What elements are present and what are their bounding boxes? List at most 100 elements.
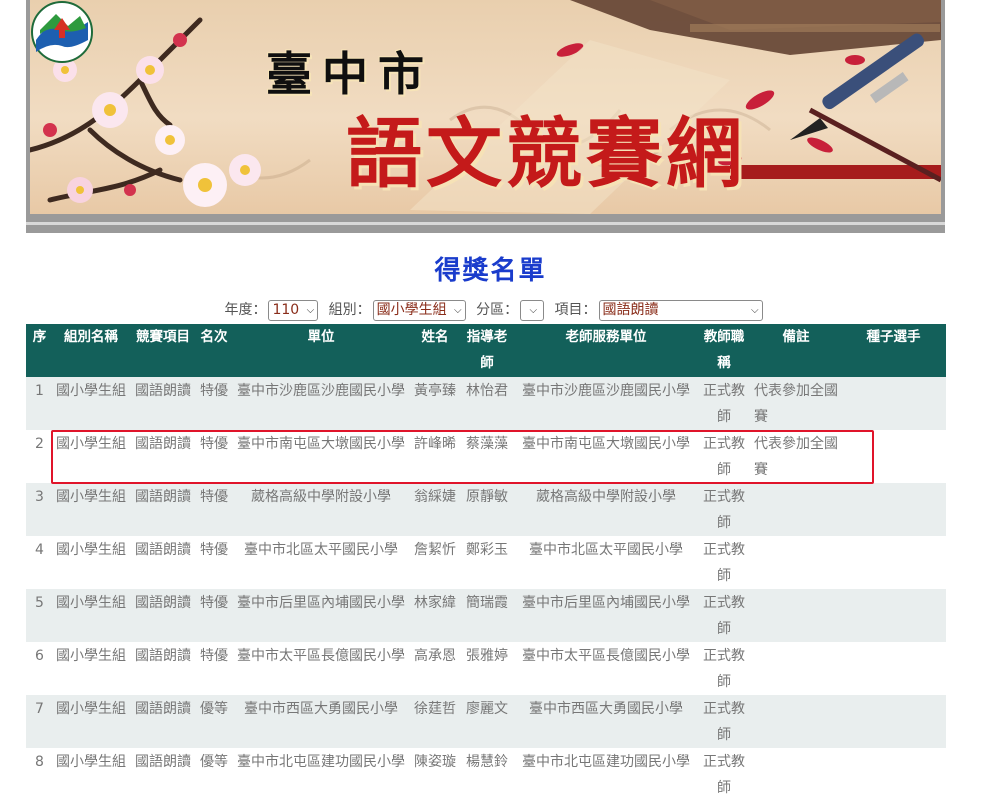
cell-col-teacher-school: 臺中市西區大勇國民小學	[515, 695, 697, 748]
cell-col-rank: 優等	[197, 748, 231, 801]
cell-col-item: 國語朗讀	[129, 536, 197, 589]
cell-col-teacher: 林怡君	[459, 377, 515, 430]
cell-col-remark	[751, 695, 841, 748]
cell-col-rank: 特優	[197, 377, 231, 430]
cell-col-remark: 代表參加全國賽	[751, 377, 841, 430]
table-row: 1 國小學生組 國語朗讀 特優 臺中市沙鹿區沙鹿國民小學 黃亭臻 林怡君 臺中市沙鹿區沙鹿國民…	[26, 377, 946, 430]
group-select[interactable]: 國小學生組 ⌵	[372, 299, 466, 321]
cell-col-rank: 特優	[197, 430, 231, 483]
cell-col-teacher-school: 臺中市太平區長億國民小學	[515, 642, 697, 695]
cell-col-rank: 特優	[197, 642, 231, 695]
cell-col-group: 國小學生組	[53, 536, 129, 589]
cell-col-seq: 4	[26, 536, 53, 589]
cell-col-teacher: 鄭彩玉	[459, 536, 515, 589]
cell-col-student: 陳姿璇	[411, 748, 459, 801]
header-col-student: 姓名	[411, 324, 459, 377]
site-name: 語文競賽網	[346, 109, 746, 198]
cell-col-teacher-title: 正式教師	[697, 430, 751, 483]
site-banner[interactable]: 臺中市 語文競賽網	[26, 0, 945, 233]
header-col-teacher: 指導老師	[459, 324, 515, 377]
cell-col-rank: 優等	[197, 695, 231, 748]
banner-artwork: 臺中市 語文競賽網	[30, 0, 941, 214]
chevron-down-icon: ⌵	[529, 304, 538, 316]
chevron-down-icon: ⌵	[306, 304, 315, 316]
item-select[interactable]: 國語朗讀 ⌵	[598, 299, 763, 321]
cell-col-group: 國小學生組	[53, 748, 129, 801]
header-col-item: 競賽項目	[129, 324, 197, 377]
awards-table: 序組別名稱 競賽項目 名次 單位 姓名 指導老師 老師服務單位 教師職稱 備註 種子選手 1 國小學…	[26, 324, 946, 801]
cell-col-seed	[841, 483, 946, 536]
cell-col-teacher-title: 正式教師	[697, 483, 751, 536]
city-logo-icon	[31, 1, 93, 63]
cell-col-remark	[751, 748, 841, 801]
district-select[interactable]: ⌵	[520, 299, 545, 321]
cell-col-school: 葳格高級中學附設小學	[231, 483, 411, 536]
cell-col-remark	[751, 483, 841, 536]
year-label: 年度：	[224, 302, 267, 318]
cell-col-teacher-title: 正式教師	[697, 695, 751, 748]
cell-col-student: 許峰晞	[411, 430, 459, 483]
cell-col-teacher-title: 正式教師	[697, 642, 751, 695]
cell-col-seq: 3	[26, 483, 53, 536]
cell-col-teacher-school: 臺中市后里區內埔國民小學	[515, 589, 697, 642]
filter-bar: 年度： 110 ⌵ 組別： 國小學生組 ⌵ 分區： ⌵ 項目： 國語朗讀 ⌵	[0, 299, 981, 321]
year-select[interactable]: 110 ⌵	[268, 299, 319, 321]
cell-col-teacher: 原靜敏	[459, 483, 515, 536]
cell-col-seed	[841, 695, 946, 748]
group-select-value: 國小學生組	[376, 301, 447, 318]
header-col-teacher-title: 教師職稱	[697, 324, 751, 377]
cell-col-school: 臺中市南屯區大墩國民小學	[231, 430, 411, 483]
cell-col-remark	[751, 589, 841, 642]
cell-col-teacher-school: 臺中市南屯區大墩國民小學	[515, 430, 697, 483]
cell-col-remark	[751, 536, 841, 589]
cell-col-teacher-title: 正式教師	[697, 589, 751, 642]
cell-col-student: 黃亭臻	[411, 377, 459, 430]
district-label: 分區：	[476, 302, 519, 318]
cell-col-student: 詹絜忻	[411, 536, 459, 589]
cell-col-group: 國小學生組	[53, 695, 129, 748]
cell-col-student: 高承恩	[411, 642, 459, 695]
cell-col-school: 臺中市后里區內埔國民小學	[231, 589, 411, 642]
cell-col-seed	[841, 642, 946, 695]
chevron-down-icon: ⌵	[454, 304, 462, 316]
cell-col-student: 林家緯	[411, 589, 459, 642]
cell-col-item: 國語朗讀	[129, 483, 197, 536]
cell-col-teacher-school: 葳格高級中學附設小學	[515, 483, 697, 536]
cell-col-teacher: 簡瑞霞	[459, 589, 515, 642]
table-row: 8 國小學生組 國語朗讀 優等 臺中市北屯區建功國民小學 陳姿璇 楊慧鈴 臺中市北屯區建功國民…	[26, 748, 946, 801]
cell-col-seq: 1	[26, 377, 53, 430]
header-col-remark: 備註	[751, 324, 841, 377]
header-col-rank: 名次	[197, 324, 231, 377]
cell-col-rank: 特優	[197, 589, 231, 642]
cell-col-teacher-title: 正式教師	[697, 536, 751, 589]
cell-col-teacher: 蔡藻藻	[459, 430, 515, 483]
cell-col-seq: 5	[26, 589, 53, 642]
page-title: 得獎名單	[434, 256, 547, 286]
cell-col-rank: 特優	[197, 536, 231, 589]
header-col-seed: 種子選手	[841, 324, 946, 377]
cell-col-seq: 2	[26, 430, 53, 483]
brush-icon	[790, 33, 941, 183]
cell-col-student: 徐莛哲	[411, 695, 459, 748]
header-col-teacher-school: 老師服務單位	[515, 324, 697, 377]
cell-col-seed	[841, 377, 946, 430]
header-col-school: 單位	[231, 324, 411, 377]
table-header-row: 序組別名稱 競賽項目 名次 單位 姓名 指導老師 老師服務單位 教師職稱 備註 種子選手	[26, 324, 946, 377]
header-col-group: 組別名稱	[53, 324, 129, 377]
chevron-down-icon: ⌵	[750, 304, 759, 316]
cell-col-teacher-school: 臺中市北區太平國民小學	[515, 536, 697, 589]
cell-col-item: 國語朗讀	[129, 695, 197, 748]
table-row: 5 國小學生組 國語朗讀 特優 臺中市后里區內埔國民小學 林家緯 簡瑞霞 臺中市后里區內埔國民…	[26, 589, 946, 642]
cell-col-remark	[751, 642, 841, 695]
cell-col-seq: 7	[26, 695, 53, 748]
cell-col-student: 翁綵婕	[411, 483, 459, 536]
cell-col-seed	[841, 589, 946, 642]
cell-col-group: 國小學生組	[53, 642, 129, 695]
temple-roof	[570, 0, 941, 55]
cell-col-school: 臺中市太平區長億國民小學	[231, 642, 411, 695]
cell-col-teacher-school: 臺中市沙鹿區沙鹿國民小學	[515, 377, 697, 430]
table-body: 1 國小學生組 國語朗讀 特優 臺中市沙鹿區沙鹿國民小學 黃亭臻 林怡君 臺中市沙鹿區沙鹿國民…	[26, 377, 946, 801]
cell-col-group: 國小學生組	[53, 430, 129, 483]
cell-col-item: 國語朗讀	[129, 589, 197, 642]
cell-col-school: 臺中市西區大勇國民小學	[231, 695, 411, 748]
